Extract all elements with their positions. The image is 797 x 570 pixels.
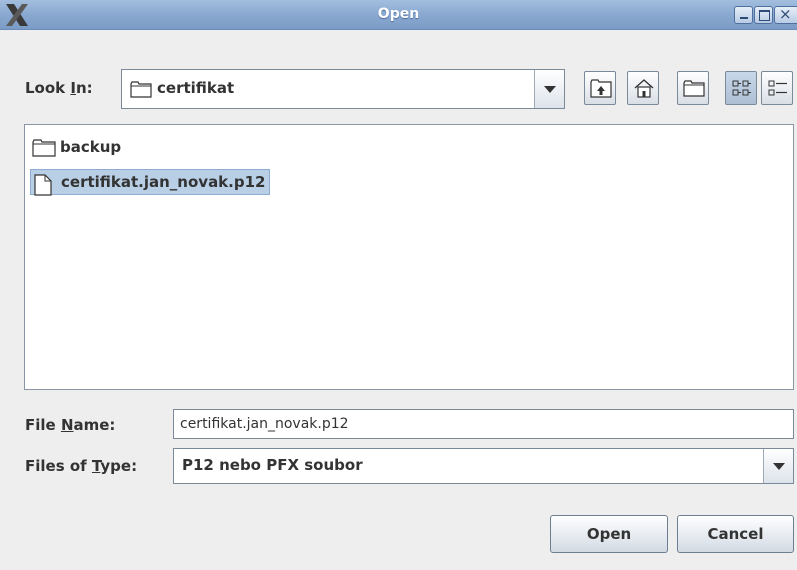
folder-icon [32, 139, 56, 157]
chevron-down-icon[interactable] [763, 449, 793, 483]
home-button[interactable] [627, 71, 659, 105]
up-one-level-icon [590, 79, 612, 98]
window-title: Open [377, 6, 420, 22]
chevron-down-icon[interactable] [534, 70, 564, 108]
minimize-button[interactable] [734, 6, 753, 24]
file-name-label: File Name: [25, 416, 116, 434]
look-in-value: certifikat [157, 79, 235, 97]
list-view-button[interactable] [725, 71, 757, 105]
look-in-combobox[interactable]: certifikat [121, 69, 565, 109]
folder-icon [130, 81, 152, 98]
home-icon [634, 79, 654, 98]
file-name-label: backup [60, 138, 122, 156]
new-folder-button[interactable] [677, 71, 709, 105]
title-bar[interactable]: Open [0, 0, 797, 30]
list-view-icon [732, 80, 751, 96]
file-type-value: P12 nebo PFX soubor [182, 456, 363, 474]
new-folder-icon [683, 80, 705, 97]
open-button[interactable]: Open [550, 515, 668, 553]
details-view-icon [768, 80, 787, 96]
file-name-label: certifikat.jan_novak.p12 [61, 173, 266, 191]
up-one-level-button[interactable] [584, 71, 616, 105]
file-list-item-certificate[interactable]: certifikat.jan_novak.p12 [30, 169, 271, 196]
file-name-input[interactable] [173, 409, 794, 439]
maximize-button[interactable] [754, 6, 773, 24]
file-type-label: Files of Type: [25, 457, 138, 475]
look-in-label: Look In: [25, 79, 93, 97]
file-icon [34, 174, 52, 196]
file-type-combobox[interactable]: P12 nebo PFX soubor [173, 448, 794, 484]
file-list-item-backup[interactable]: backup [30, 135, 125, 161]
cancel-button[interactable]: Cancel [677, 515, 794, 553]
file-list[interactable]: backup certifikat.jan_novak.p12 [24, 124, 794, 390]
details-view-button[interactable] [761, 71, 793, 105]
close-button[interactable] [774, 5, 797, 24]
